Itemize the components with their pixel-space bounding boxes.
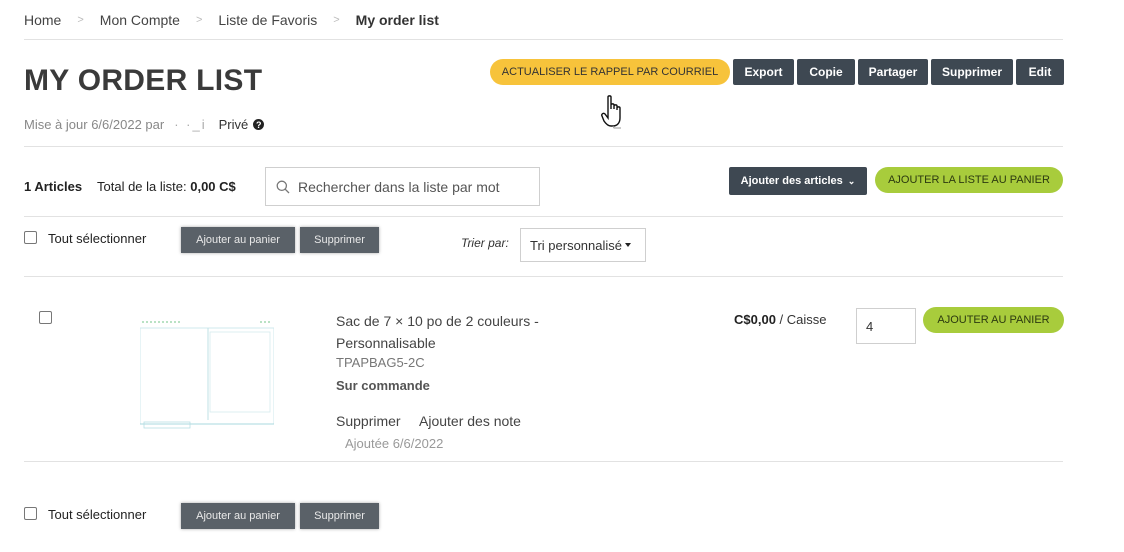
chevron-right-icon: > <box>333 14 340 26</box>
bulk-add-to-cart-button[interactable]: Ajouter au panier <box>181 227 295 253</box>
list-total: Total de la liste: 0,00 C$ <box>97 179 236 194</box>
owner-name: · ·_i <box>174 117 207 132</box>
chevron-right-icon: > <box>77 14 84 26</box>
item-add-to-cart-button[interactable]: AJOUTER AU PANIER <box>923 307 1064 333</box>
search-box[interactable] <box>265 167 540 206</box>
article-count: 1 Articles <box>24 179 83 194</box>
sort-label: Trier par: <box>461 236 509 250</box>
delete-list-button[interactable]: Supprimer <box>931 59 1013 85</box>
bulk-add-to-cart-button-bottom[interactable]: Ajouter au panier <box>181 503 295 529</box>
divider <box>24 461 1063 462</box>
search-input[interactable] <box>298 178 518 195</box>
chevron-right-icon: > <box>195 14 203 26</box>
item-add-note-link[interactable]: Ajouter des note <box>419 413 521 429</box>
divider <box>24 146 1063 147</box>
chevron-down-icon: ⌄ <box>847 175 856 186</box>
export-button[interactable]: Export <box>733 59 794 85</box>
list-meta: Mise à jour 6/6/2022 par · ·_i Privé ? <box>24 117 265 132</box>
add-list-to-cart-button[interactable]: AJOUTER LA LISTE AU PANIER <box>875 167 1063 193</box>
page-title: MY ORDER LIST <box>24 64 263 97</box>
add-articles-label: Ajouter des articles <box>740 175 843 187</box>
copy-button[interactable]: Copie <box>797 59 855 85</box>
add-articles-dropdown[interactable]: Ajouter des articles ⌄ <box>729 167 867 195</box>
item-checkbox[interactable] <box>39 311 52 324</box>
item-price-unit: / Caisse <box>779 312 827 327</box>
product-thumbnail[interactable] <box>140 318 274 430</box>
select-all-label-bottom: Tout sélectionner <box>48 507 147 522</box>
divider <box>24 276 1063 277</box>
help-icon[interactable]: ? <box>253 119 265 130</box>
divider <box>24 216 1063 217</box>
item-delete-link[interactable]: Supprimer <box>336 413 401 429</box>
search-icon <box>276 180 290 193</box>
product-sku: TPAPBAG5-2C <box>336 355 425 370</box>
share-button[interactable]: Partager <box>858 59 928 85</box>
hand-cursor-icon <box>601 95 621 129</box>
bulk-delete-button-bottom[interactable]: Supprimer <box>300 503 379 529</box>
sort-select[interactable]: Tri personnalisé <box>520 228 646 262</box>
sort-select-value: Tri personnalisé <box>530 237 623 253</box>
product-status: Sur commande <box>336 378 430 393</box>
select-all-label: Tout sélectionner <box>48 231 147 246</box>
item-price-value: C$0,00 <box>734 312 776 327</box>
bulk-delete-button[interactable]: Supprimer <box>300 227 379 253</box>
item-price: C$0,00 / Caisse <box>734 312 827 327</box>
select-all-checkbox-bottom[interactable] <box>24 507 37 520</box>
breadcrumb: Home > Mon Compte > Liste de Favoris > M… <box>24 12 439 28</box>
edit-button[interactable]: Edit <box>1016 59 1064 85</box>
breadcrumb-home[interactable]: Home <box>24 12 61 28</box>
product-name[interactable]: Sac de 7 × 10 po de 2 couleurs - Personn… <box>336 310 596 354</box>
item-added-date: Ajoutée 6/6/2022 <box>345 436 444 451</box>
email-reminder-button[interactable]: ACTUALISER LE RAPPEL PAR COURRIEL <box>490 59 730 85</box>
breadcrumb-favorites[interactable]: Liste de Favoris <box>218 12 317 28</box>
list-total-value: 0,00 C$ <box>190 179 236 194</box>
updated-text: Mise à jour 6/6/2022 par <box>24 117 165 132</box>
quantity-input[interactable]: 4 <box>856 308 916 344</box>
caret-down-icon <box>625 243 632 247</box>
divider <box>24 39 1063 40</box>
list-total-label: Total de la liste: <box>97 179 187 194</box>
select-all-checkbox[interactable] <box>24 231 37 244</box>
breadcrumb-account[interactable]: Mon Compte <box>100 12 180 28</box>
privacy-label: Privé <box>218 117 249 132</box>
breadcrumb-current: My order list <box>355 12 439 28</box>
